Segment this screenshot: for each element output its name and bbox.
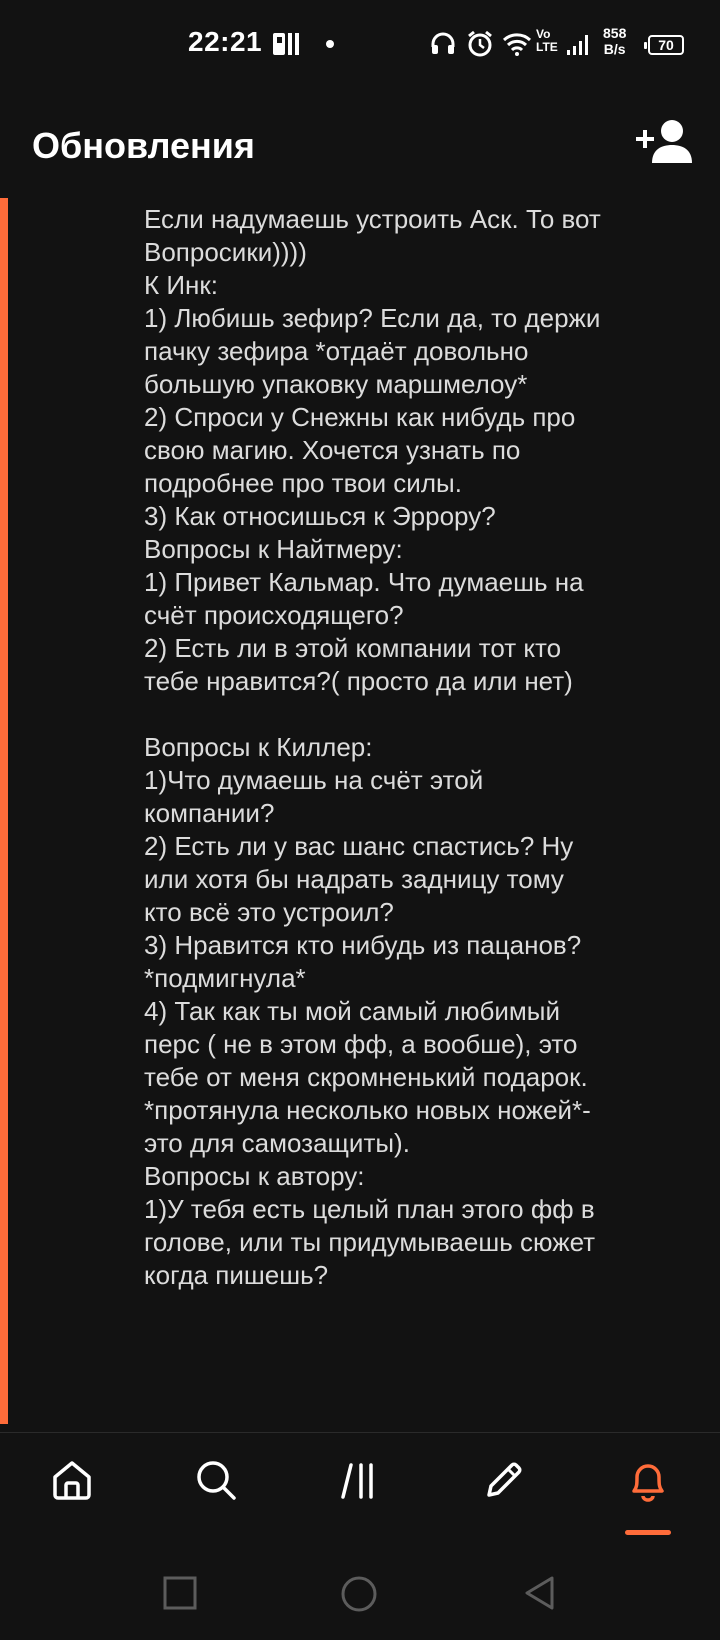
nav-library[interactable] [310, 1433, 410, 1543]
nav-home[interactable] [22, 1433, 122, 1543]
app-notification-icon [272, 32, 300, 63]
page-title: Обновления [32, 125, 255, 166]
back-button[interactable] [522, 1575, 558, 1616]
net-speed-value: 858 [603, 25, 627, 41]
nav-active-indicator [625, 1530, 671, 1535]
home-circle-icon [341, 1576, 377, 1612]
add-user-icon [636, 120, 692, 163]
message-text: Если надумаешь устроить Аск. То вот Вопр… [144, 204, 601, 1290]
battery-icon: 70 [644, 35, 684, 55]
nav-write[interactable] [454, 1433, 554, 1543]
notifications-icon [632, 1464, 664, 1502]
write-icon [487, 1462, 522, 1497]
home-icon [53, 1461, 91, 1500]
net-speed: 858 B/s [603, 25, 626, 57]
app-header: Обновления [0, 95, 720, 195]
battery-level: 70 [658, 37, 674, 53]
nav-search[interactable] [166, 1433, 266, 1543]
volte-icon: Vo LTE [536, 27, 558, 54]
nav-notifications[interactable] [598, 1433, 698, 1543]
status-bar: 22:21 Vo LTE 858 B/s 70 [0, 0, 720, 90]
add-user-button[interactable] [636, 115, 696, 175]
search-icon [197, 1461, 236, 1500]
net-speed-unit: B/s [603, 41, 626, 57]
alarm-icon [466, 30, 494, 63]
headphones-icon [430, 31, 456, 62]
signal-icon [566, 34, 592, 61]
recents-icon [163, 1576, 197, 1610]
back-icon [525, 1576, 554, 1610]
recents-button[interactable] [162, 1575, 198, 1616]
message-content: Если надумаешь устроить Аск. То вот Вопр… [0, 198, 720, 1424]
accent-bar [0, 198, 8, 1424]
library-icon [341, 1463, 373, 1499]
bottom-nav [0, 1433, 720, 1543]
wifi-icon [502, 32, 532, 61]
home-system-button[interactable] [340, 1575, 378, 1618]
system-nav [0, 1545, 720, 1640]
status-time: 22:21 [188, 26, 263, 57]
notification-dot [326, 40, 334, 48]
